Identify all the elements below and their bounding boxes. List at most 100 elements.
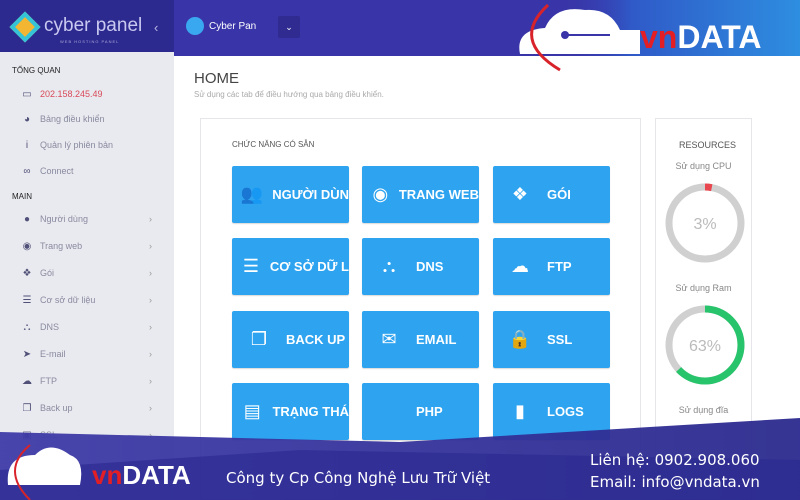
envelope-icon: ✉ — [381, 329, 397, 349]
sidebar-item-ssl[interactable]: ▣ SSL › — [20, 426, 160, 444]
user-name[interactable]: Cyber Pan — [209, 21, 256, 32]
tile-label: DNS — [416, 259, 444, 274]
sidebar-item-label: Connect — [40, 166, 74, 176]
section-title: TỔNG QUAN — [12, 66, 61, 75]
cloud-upload-icon: ☁ — [22, 375, 32, 387]
tile-label: FTP — [547, 259, 572, 274]
tile-file[interactable]: ▮ LOGS — [493, 383, 610, 440]
chevron-right-icon: › — [149, 349, 152, 359]
sidebar: TỔNG QUAN ▭ 202.158.245.49 ◕ Bảng điều khi… — [0, 52, 174, 500]
sidebar-item-database[interactable]: ☰ Cơ sở dữ liệu › — [20, 291, 160, 309]
resources-title: RESOURCES — [679, 140, 737, 150]
sidebar-item-label: FTP — [40, 376, 57, 386]
brand-name: cyber panel — [44, 15, 143, 36]
tile-label: TRẠNG THÁ — [272, 404, 349, 419]
ram-gauge: 63% — [665, 305, 745, 385]
sidebar-item-label: E-mail — [40, 349, 66, 359]
contact-phone: Liên hệ: 0902.908.060 — [590, 451, 760, 469]
page-title: HOME — [194, 70, 239, 87]
user-avatar-icon[interactable] — [186, 17, 204, 35]
file-icon: ▮ — [515, 401, 525, 421]
tile-label: BACK UP — [286, 332, 346, 347]
tile-server[interactable]: ▤ TRẠNG THÁ — [232, 383, 349, 440]
cloud-upload-icon: ☁ — [511, 256, 529, 276]
server-icon: ▤ — [243, 401, 261, 421]
brand-bar: cyber panel WEB HOSTING PANEL ‹ — [0, 0, 174, 56]
sitemap-icon: ⛬ — [382, 256, 396, 276]
sidebar-item-packages[interactable]: ❖ Gói › — [20, 264, 160, 282]
cubes-icon: ❖ — [22, 267, 32, 279]
tile-label: PHP — [416, 404, 443, 419]
section-title: MAIN — [12, 192, 32, 201]
sidebar-item-label: Cơ sở dữ liệu — [40, 295, 96, 305]
sidebar-item-version[interactable]: i Quản lý phiên bản — [20, 136, 160, 154]
company-name: Công ty Cp Công Nghệ Lưu Trữ Việt — [226, 469, 491, 487]
chevron-right-icon: › — [149, 295, 152, 305]
chevron-right-icon: › — [149, 241, 152, 251]
dashboard-icon: ◕ — [23, 113, 31, 125]
tile-code[interactable]: PHP — [362, 383, 479, 440]
sidebar-item-connect[interactable]: ∞ Connect — [20, 162, 160, 180]
sidebar-item-label: Bảng điều khiển — [40, 114, 105, 124]
tile-label: EMAIL — [416, 332, 457, 347]
sitemap-icon: ⛬ — [23, 321, 31, 333]
gauge-value: 3% — [693, 216, 716, 233]
lock-icon: ▣ — [22, 429, 32, 441]
chevron-right-icon: › — [149, 403, 152, 413]
sidebar-item-label: Trang web — [40, 241, 83, 251]
sidebar-item-dashboard[interactable]: ◕ Bảng điều khiển — [20, 110, 160, 128]
brand-tagline: WEB HOSTING PANEL — [60, 39, 120, 44]
cpu-gauge: 3% — [665, 183, 745, 263]
sidebar-item-email[interactable]: ➤ E-mail › — [20, 345, 160, 363]
tile-cubes[interactable]: ❖ GÓI — [493, 166, 610, 223]
sidebar-item-label: SSL — [40, 430, 58, 440]
panel-title: CHỨC NĂNG CÓ SẴN — [232, 140, 315, 149]
tile-copy[interactable]: ❐ BACK UP — [232, 311, 349, 368]
copy-icon: ❐ — [22, 402, 32, 414]
contact-email: Email: info@vndata.vn — [590, 473, 760, 491]
sidebar-item-users[interactable]: ● Người dùng › — [20, 210, 160, 228]
copy-icon: ❐ — [250, 329, 268, 349]
sidebar-item-label: 202.158.245.49 — [40, 89, 103, 99]
tile-cloud-upload[interactable]: ☁ FTP — [493, 238, 610, 295]
gauge-value: 63% — [689, 338, 721, 355]
chevron-left-icon[interactable]: ‹ — [154, 20, 158, 35]
sidebar-item-label: DNS — [40, 322, 60, 332]
globe-icon: ◉ — [372, 184, 389, 204]
lock-icon: 🔒 — [508, 329, 532, 349]
chevron-right-icon: › — [149, 214, 152, 224]
chevron-right-icon: › — [149, 430, 152, 440]
tile-sitemap[interactable]: ⛬ DNS — [362, 238, 479, 295]
tile-label: GÓI — [547, 187, 571, 202]
sidebar-item-websites[interactable]: ◉ Trang web › — [20, 237, 160, 255]
sidebar-item-ip[interactable]: ▭ 202.158.245.49 — [20, 85, 160, 103]
sidebar-item-label: Quản lý phiên bản — [40, 140, 114, 150]
tile-label: NGƯỜI DÙN — [272, 187, 349, 202]
tile-label: CƠ SỞ DỮ L — [269, 259, 349, 274]
chevron-right-icon: › — [149, 376, 152, 386]
tile-globe[interactable]: ◉ TRANG WEB — [362, 166, 479, 223]
sidebar-item-dns[interactable]: ⛬ DNS › — [20, 318, 160, 336]
users-icon: ● — [23, 213, 31, 225]
sidebar-item-ftp[interactable]: ☁ FTP › — [20, 372, 160, 390]
tile-database[interactable]: ☰ CƠ SỞ DỮ L — [232, 238, 349, 295]
top-bar: Cyber Pan ⌄ — [174, 0, 800, 56]
database-icon: ☰ — [242, 256, 259, 276]
globe-icon: ◉ — [22, 240, 32, 252]
sidebar-item-backup[interactable]: ❐ Back up › — [20, 399, 160, 417]
database-icon: ☰ — [22, 294, 32, 306]
tile-label: LOGS — [547, 404, 584, 419]
users-icon: 👥 — [240, 184, 264, 204]
laptop-icon: ▭ — [22, 88, 32, 100]
tile-lock[interactable]: 🔒 SSL — [493, 311, 610, 368]
sidebar-item-label: Gói — [40, 268, 55, 278]
tile-envelope[interactable]: ✉ EMAIL — [362, 311, 479, 368]
tile-label: TRANG WEB — [398, 187, 479, 202]
ram-label: Sử dụng Ram — [675, 283, 732, 293]
chevron-right-icon: › — [149, 268, 152, 278]
cyberpanel-logo-icon — [9, 11, 41, 43]
chevron-down-icon[interactable]: ⌄ — [278, 16, 300, 38]
cpu-label: Sử dụng CPU — [675, 161, 732, 171]
cubes-icon: ❖ — [511, 184, 529, 204]
tile-users[interactable]: 👥 NGƯỜI DÙN — [232, 166, 349, 223]
